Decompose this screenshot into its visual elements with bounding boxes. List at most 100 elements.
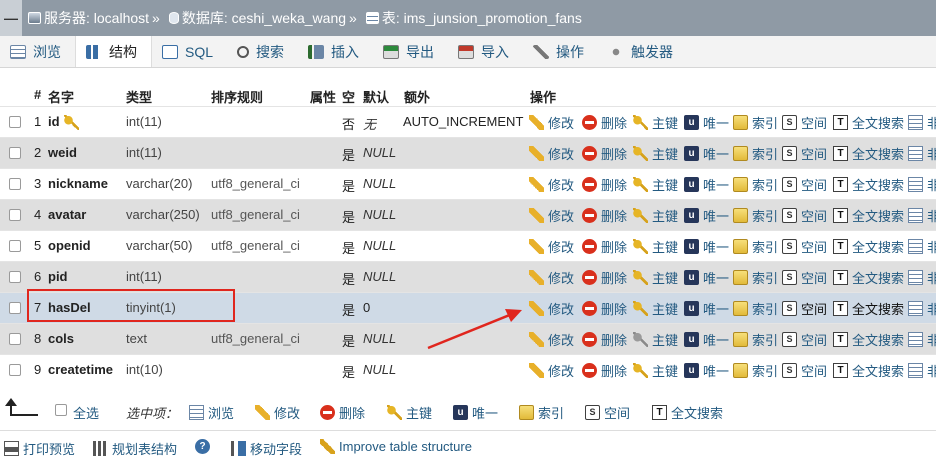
bulk-unique[interactable]: u 唯一	[453, 403, 498, 422]
minimize-button[interactable]: —	[0, 0, 22, 36]
propose-structure-link[interactable]: 规划表结构	[93, 439, 177, 457]
bulk-spatial[interactable]: S 空间	[585, 403, 630, 422]
action-unique[interactable]: u 唯一	[684, 299, 729, 318]
action-more[interactable]: 非	[908, 206, 936, 225]
action-index[interactable]: 索引	[733, 237, 778, 256]
action-more[interactable]: 非	[908, 299, 936, 318]
row-checkbox[interactable]	[9, 240, 21, 252]
action-index[interactable]: 索引	[733, 268, 778, 287]
header-type[interactable]: 类型	[126, 87, 152, 106]
action-fulltext[interactable]: T 全文搜索	[833, 175, 904, 194]
row-checkbox[interactable]	[9, 147, 21, 159]
action-index[interactable]: 索引	[733, 206, 778, 225]
tab-export[interactable]: 导出	[373, 36, 448, 67]
action-primary[interactable]: 主键	[633, 237, 678, 256]
action-more[interactable]: 非	[908, 330, 936, 349]
action-edit[interactable]: 修改	[529, 237, 574, 256]
action-index[interactable]: 索引	[733, 299, 778, 318]
action-more[interactable]: 非	[908, 361, 936, 380]
bulk-fulltext[interactable]: T 全文搜索	[652, 403, 723, 422]
action-unique[interactable]: u 唯一	[684, 330, 729, 349]
action-unique[interactable]: u 唯一	[684, 361, 729, 380]
action-edit[interactable]: 修改	[529, 206, 574, 225]
action-spatial[interactable]: S 空间	[782, 268, 827, 287]
action-spatial[interactable]: S 空间	[782, 361, 827, 380]
bulk-index[interactable]: 索引	[519, 403, 564, 422]
action-spatial[interactable]: S 空间	[782, 330, 827, 349]
help-button[interactable]: ?	[195, 439, 214, 454]
action-drop[interactable]: 删除	[582, 206, 627, 225]
action-unique[interactable]: u 唯一	[684, 175, 729, 194]
action-edit[interactable]: 修改	[529, 299, 574, 318]
tab-triggers[interactable]: 触发器	[598, 36, 687, 67]
bulk-drop[interactable]: 删除	[320, 403, 365, 422]
action-fulltext[interactable]: T 全文搜索	[833, 113, 904, 132]
action-unique[interactable]: u 唯一	[684, 268, 729, 287]
action-spatial[interactable]: S 空间	[782, 113, 827, 132]
action-unique[interactable]: u 唯一	[684, 113, 729, 132]
action-unique[interactable]: u 唯一	[684, 144, 729, 163]
action-index[interactable]: 索引	[733, 113, 778, 132]
header-name[interactable]: 名字	[48, 87, 74, 106]
action-more[interactable]: 非	[908, 175, 936, 194]
action-drop[interactable]: 删除	[582, 330, 627, 349]
action-fulltext[interactable]: T 全文搜索	[833, 361, 904, 380]
header-default[interactable]: 默认	[363, 87, 389, 106]
action-edit[interactable]: 修改	[529, 113, 574, 132]
action-primary[interactable]: 主键	[633, 299, 678, 318]
action-fulltext[interactable]: T 全文搜索	[833, 206, 904, 225]
action-more[interactable]: 非	[908, 268, 936, 287]
breadcrumb-server[interactable]: 服务器: localhost	[44, 8, 149, 28]
action-index[interactable]: 索引	[733, 144, 778, 163]
action-drop[interactable]: 删除	[582, 175, 627, 194]
action-index[interactable]: 索引	[733, 330, 778, 349]
action-drop[interactable]: 删除	[582, 113, 627, 132]
header-extra[interactable]: 额外	[404, 87, 430, 106]
action-primary[interactable]: 主键	[633, 175, 678, 194]
check-all-checkbox[interactable]	[55, 404, 67, 416]
action-drop[interactable]: 删除	[582, 299, 627, 318]
tab-structure[interactable]: 结构	[75, 36, 152, 67]
row-checkbox[interactable]	[9, 116, 21, 128]
action-index[interactable]: 索引	[733, 361, 778, 380]
header-collation[interactable]: 排序规则	[211, 87, 263, 106]
row-checkbox[interactable]	[9, 178, 21, 190]
action-primary[interactable]: 主键	[633, 113, 678, 132]
check-all-link[interactable]: 全选	[73, 403, 99, 422]
action-drop[interactable]: 删除	[582, 144, 627, 163]
row-checkbox[interactable]	[9, 333, 21, 345]
action-edit[interactable]: 修改	[529, 330, 574, 349]
bulk-primary[interactable]: 主键	[387, 403, 432, 422]
action-spatial[interactable]: S 空间	[782, 237, 827, 256]
tab-browse[interactable]: 浏览	[0, 36, 75, 67]
action-drop[interactable]: 删除	[582, 237, 627, 256]
action-spatial[interactable]: S 空间	[782, 144, 827, 163]
action-unique[interactable]: u 唯一	[684, 237, 729, 256]
action-primary[interactable]: 主键	[633, 330, 678, 349]
action-unique[interactable]: u 唯一	[684, 206, 729, 225]
print-view-link[interactable]: 打印预览	[4, 439, 75, 457]
action-fulltext[interactable]: T 全文搜索	[833, 299, 904, 318]
action-edit[interactable]: 修改	[529, 144, 574, 163]
improve-structure-link[interactable]: Improve table structure	[320, 439, 472, 454]
tab-insert[interactable]: 插入	[298, 36, 373, 67]
tab-sql[interactable]: SQL	[152, 36, 227, 67]
move-columns-link[interactable]: 移动字段	[231, 439, 302, 457]
breadcrumb-database[interactable]: 数据库: ceshi_weka_wang	[182, 8, 346, 28]
breadcrumb-table[interactable]: 表: ims_junsion_promotion_fans	[382, 8, 582, 28]
row-checkbox[interactable]	[9, 302, 21, 314]
action-more[interactable]: 非	[908, 237, 936, 256]
bulk-edit[interactable]: 修改	[255, 403, 300, 422]
action-fulltext[interactable]: T 全文搜索	[833, 268, 904, 287]
tab-operations[interactable]: 操作	[523, 36, 598, 67]
row-checkbox[interactable]	[9, 364, 21, 376]
action-drop[interactable]: 删除	[582, 268, 627, 287]
action-index[interactable]: 索引	[733, 175, 778, 194]
action-spatial[interactable]: S 空间	[782, 299, 827, 318]
row-checkbox[interactable]	[9, 209, 21, 221]
tab-import[interactable]: 导入	[448, 36, 523, 67]
action-more[interactable]: 非	[908, 113, 936, 132]
action-primary[interactable]: 主键	[633, 268, 678, 287]
action-primary[interactable]: 主键	[633, 144, 678, 163]
tab-search[interactable]: 搜索	[227, 36, 298, 67]
